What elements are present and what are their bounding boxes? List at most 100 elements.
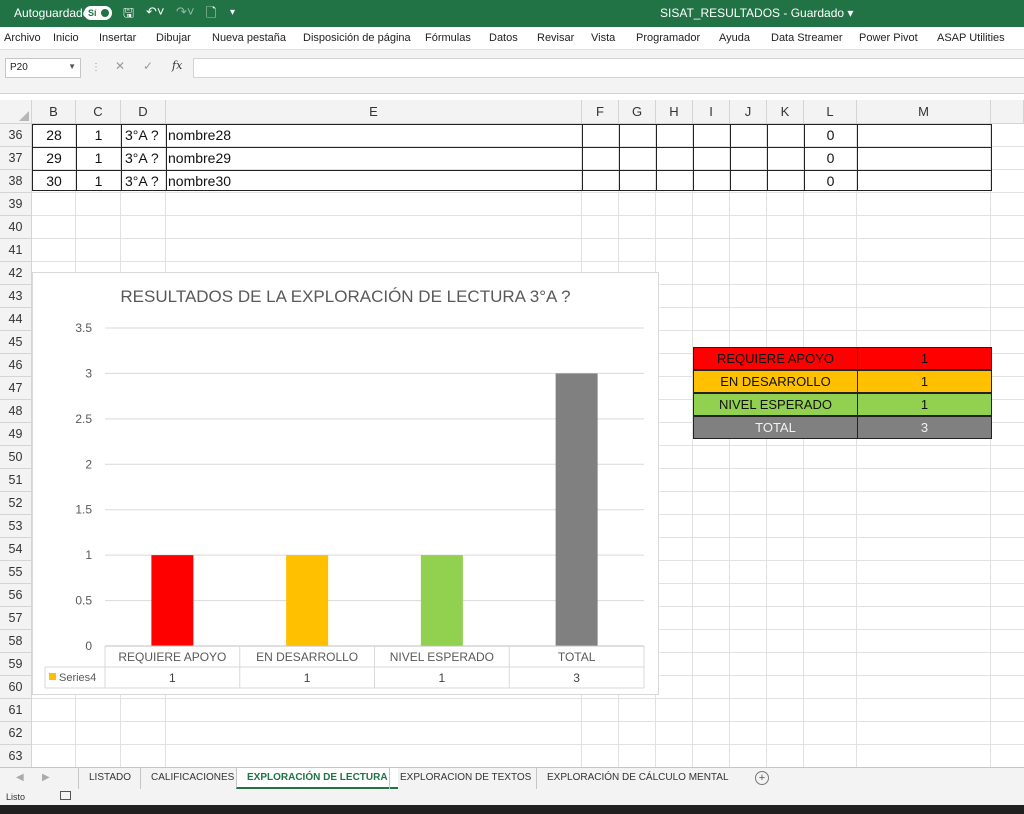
- row-header[interactable]: 56: [0, 584, 32, 607]
- row-header[interactable]: 43: [0, 285, 32, 308]
- row-header[interactable]: 53: [0, 515, 32, 538]
- table-cell[interactable]: 28: [32, 124, 76, 146]
- add-sheet-icon[interactable]: +: [755, 771, 769, 785]
- row-header[interactable]: 44: [0, 308, 32, 331]
- row-header[interactable]: 49: [0, 423, 32, 446]
- ribbon-tab-item[interactable]: ASAP Utilities: [937, 32, 1005, 44]
- sheet-tab[interactable]: EXPLORACIÓN DE CÁLCULO MENTAL: [536, 768, 739, 789]
- undo-icon[interactable]: ↶˅: [146, 4, 164, 20]
- summary-label[interactable]: NIVEL ESPERADO: [693, 393, 858, 416]
- row-header[interactable]: 61: [0, 699, 32, 722]
- table-cell[interactable]: 1: [76, 124, 121, 146]
- autosave-toggle[interactable]: Sí: [84, 6, 112, 20]
- print-preview-icon[interactable]: 🗋: [206, 4, 216, 26]
- macro-record-icon[interactable]: [60, 791, 71, 800]
- row-header[interactable]: 52: [0, 492, 32, 515]
- row-header[interactable]: 55: [0, 561, 32, 584]
- enter-icon[interactable]: ✓: [143, 59, 153, 73]
- row-header[interactable]: 51: [0, 469, 32, 492]
- bar[interactable]: [555, 373, 598, 646]
- summary-value[interactable]: 1: [857, 370, 992, 393]
- bar-chart[interactable]: RESULTADOS DE LA EXPLORACIÓN DE LECTURA …: [32, 272, 659, 695]
- row-header[interactable]: 59: [0, 653, 32, 676]
- ribbon-tab-item[interactable]: Fórmulas: [425, 32, 471, 44]
- column-header[interactable]: J: [730, 100, 767, 124]
- bar[interactable]: [420, 555, 463, 646]
- sheet-tab[interactable]: LISTADO: [78, 768, 141, 789]
- bar[interactable]: [151, 555, 194, 646]
- table-cell[interactable]: 1: [76, 170, 121, 192]
- save-icon[interactable]: 🖫: [123, 4, 134, 26]
- scroll-right-icon[interactable]: ▶: [42, 772, 50, 783]
- row-header[interactable]: 40: [0, 216, 32, 239]
- scroll-left-icon[interactable]: ◀: [16, 772, 24, 783]
- ribbon-tab-item[interactable]: Inicio: [53, 32, 79, 44]
- ribbon-tab-item[interactable]: Revisar: [537, 32, 574, 44]
- sheet-tab[interactable]: EXPLORACION DE TEXTOS: [389, 768, 541, 789]
- summary-value[interactable]: 3: [857, 416, 992, 439]
- row-header[interactable]: 57: [0, 607, 32, 630]
- table-cell[interactable]: nombre29: [168, 147, 582, 169]
- table-cell[interactable]: 0: [804, 147, 857, 169]
- select-all-corner[interactable]: [0, 100, 32, 124]
- row-header[interactable]: 37: [0, 147, 32, 170]
- name-box[interactable]: P20 ▼: [5, 58, 81, 78]
- sheet-tab[interactable]: CALIFICACIONES: [140, 768, 244, 789]
- row-header[interactable]: 45: [0, 331, 32, 354]
- table-cell[interactable]: 3°A ?: [125, 147, 166, 169]
- ribbon-tab-item[interactable]: Power Pivot: [859, 32, 918, 44]
- table-cell[interactable]: 30: [32, 170, 76, 192]
- summary-label[interactable]: EN DESARROLLO: [693, 370, 858, 393]
- column-header[interactable]: K: [767, 100, 804, 124]
- table-cell[interactable]: 0: [804, 124, 857, 146]
- ribbon-tab-item[interactable]: Programador: [636, 32, 700, 44]
- ribbon-tab-item[interactable]: Ayuda: [719, 32, 750, 44]
- bar[interactable]: [286, 555, 329, 646]
- formula-input[interactable]: [193, 58, 1024, 78]
- ribbon-tab-item[interactable]: Disposición de página: [303, 32, 411, 44]
- column-header[interactable]: I: [693, 100, 730, 124]
- table-cell[interactable]: 1: [76, 147, 121, 169]
- customize-qat-icon[interactable]: ▾: [230, 7, 235, 18]
- row-header[interactable]: 47: [0, 377, 32, 400]
- ribbon-tab-item[interactable]: Nueva pestaña: [212, 32, 286, 44]
- insert-function-icon[interactable]: fx: [172, 59, 182, 72]
- table-cell[interactable]: nombre28: [168, 124, 582, 146]
- row-header[interactable]: 41: [0, 239, 32, 262]
- ribbon-tab-item[interactable]: Vista: [591, 32, 615, 44]
- table-cell[interactable]: 3°A ?: [125, 124, 166, 146]
- row-header[interactable]: 48: [0, 400, 32, 423]
- table-cell[interactable]: 29: [32, 147, 76, 169]
- summary-label[interactable]: TOTAL: [693, 416, 858, 439]
- row-header[interactable]: 60: [0, 676, 32, 699]
- column-header[interactable]: B: [32, 100, 76, 124]
- ribbon-tab-item[interactable]: Data Streamer: [771, 32, 843, 44]
- row-header[interactable]: 54: [0, 538, 32, 561]
- table-cell[interactable]: 3°A ?: [125, 170, 166, 192]
- document-title[interactable]: SISAT_RESULTADOS - Guardado ▾: [660, 6, 853, 20]
- sheet-tab[interactable]: EXPLORACIÓN DE LECTURA: [236, 768, 398, 789]
- column-header[interactable]: H: [656, 100, 693, 124]
- column-header[interactable]: L: [804, 100, 857, 124]
- column-header[interactable]: M: [857, 100, 991, 124]
- row-header[interactable]: 62: [0, 722, 32, 745]
- table-cell[interactable]: 0: [804, 170, 857, 192]
- row-header[interactable]: 36: [0, 124, 32, 147]
- row-header[interactable]: 39: [0, 193, 32, 216]
- summary-label[interactable]: REQUIERE APOYO: [693, 347, 858, 370]
- column-header[interactable]: D: [121, 100, 166, 124]
- row-header[interactable]: 63: [0, 745, 32, 767]
- redo-icon[interactable]: ↷˅: [176, 4, 194, 20]
- row-header[interactable]: 42: [0, 262, 32, 285]
- row-header[interactable]: 46: [0, 354, 32, 377]
- cancel-icon[interactable]: ✕: [115, 59, 125, 73]
- row-header[interactable]: 50: [0, 446, 32, 469]
- column-header[interactable]: C: [76, 100, 121, 124]
- chevron-down-icon[interactable]: ▼: [68, 62, 76, 71]
- ribbon-tab-item[interactable]: Archivo: [4, 32, 41, 44]
- column-header[interactable]: E: [166, 100, 582, 124]
- ribbon-tab-item[interactable]: Dibujar: [156, 32, 191, 44]
- ribbon-tab-item[interactable]: Datos: [489, 32, 518, 44]
- summary-value[interactable]: 1: [857, 347, 992, 370]
- table-cell[interactable]: nombre30: [168, 170, 582, 192]
